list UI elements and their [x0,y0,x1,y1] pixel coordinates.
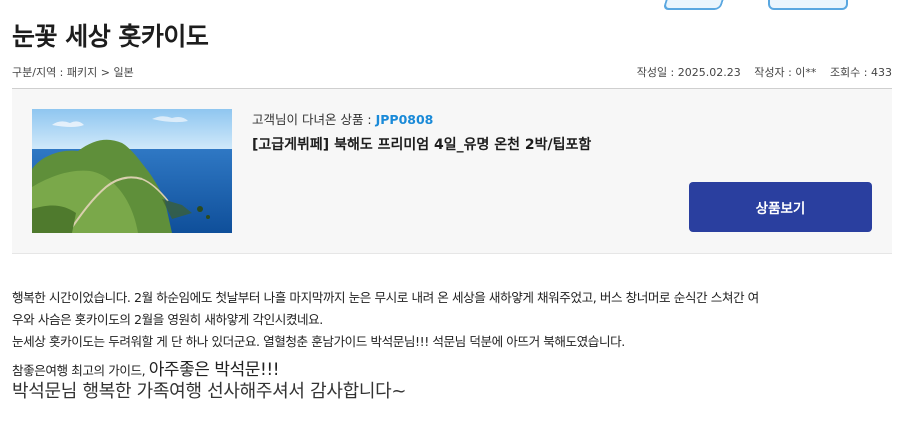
header-decoration-right [768,0,848,10]
product-image[interactable] [32,109,232,233]
review-line-prefix: 참좋은여행 최고의 가이드, [12,363,149,378]
category-breadcrumb: 구분/지역 : 패키지 > 일본 [12,66,134,79]
review-line: 참좋은여행 최고의 가이드, 아주좋은 박석문!!! [12,355,892,380]
page-title: 눈꽃 세상 홋카이도 [12,22,209,51]
product-code-label: 고객님이 다녀온 상품 : [252,112,376,127]
product-card: 고객님이 다녀온 상품 : JPP0808 [고급게뷔페] 북해도 프리미엄 4… [12,89,892,254]
header-decoration-left [662,0,724,10]
review-body: 행복한 시간이었습니다. 2월 하순임에도 첫날부터 나흘 마지막까지 눈은 무… [12,287,892,404]
review-line: 행복한 시간이었습니다. 2월 하순임에도 첫날부터 나흘 마지막까지 눈은 무… [12,290,759,305]
post-author: 작성자 : 이** [754,66,817,79]
post-info: 작성일 : 2025.02.23 작성자 : 이** 조회수 : 433 [627,64,892,80]
coastal-cliff-image [32,109,232,233]
post-views: 조회수 : 433 [829,66,892,79]
review-closing: 박석문님 행복한 가족여행 선사해주셔서 감사합니다~ [12,381,407,402]
view-product-button[interactable]: 상품보기 [689,182,872,232]
review-line: 눈세상 홋카이도는 두려워할 게 단 하나 있더군요. 열혈청춘 훈남가이드 박… [12,334,625,349]
review-line-emphasis: 아주좋은 박석문!!! [148,360,280,380]
product-code[interactable]: JPP0808 [376,112,434,127]
post-date: 작성일 : 2025.02.23 [636,66,741,79]
review-line: 우와 사슴은 홋카이도의 2월을 영원히 새하얗게 각인시켰네요. [12,312,323,327]
post-meta: 구분/지역 : 패키지 > 일본 작성일 : 2025.02.23 작성자 : … [12,64,892,80]
product-name[interactable]: [고급게뷔페] 북해도 프리미엄 4일_유명 온천 2박/팁포함 [252,134,591,154]
product-code-line: 고객님이 다녀온 상품 : JPP0808 [252,109,433,128]
